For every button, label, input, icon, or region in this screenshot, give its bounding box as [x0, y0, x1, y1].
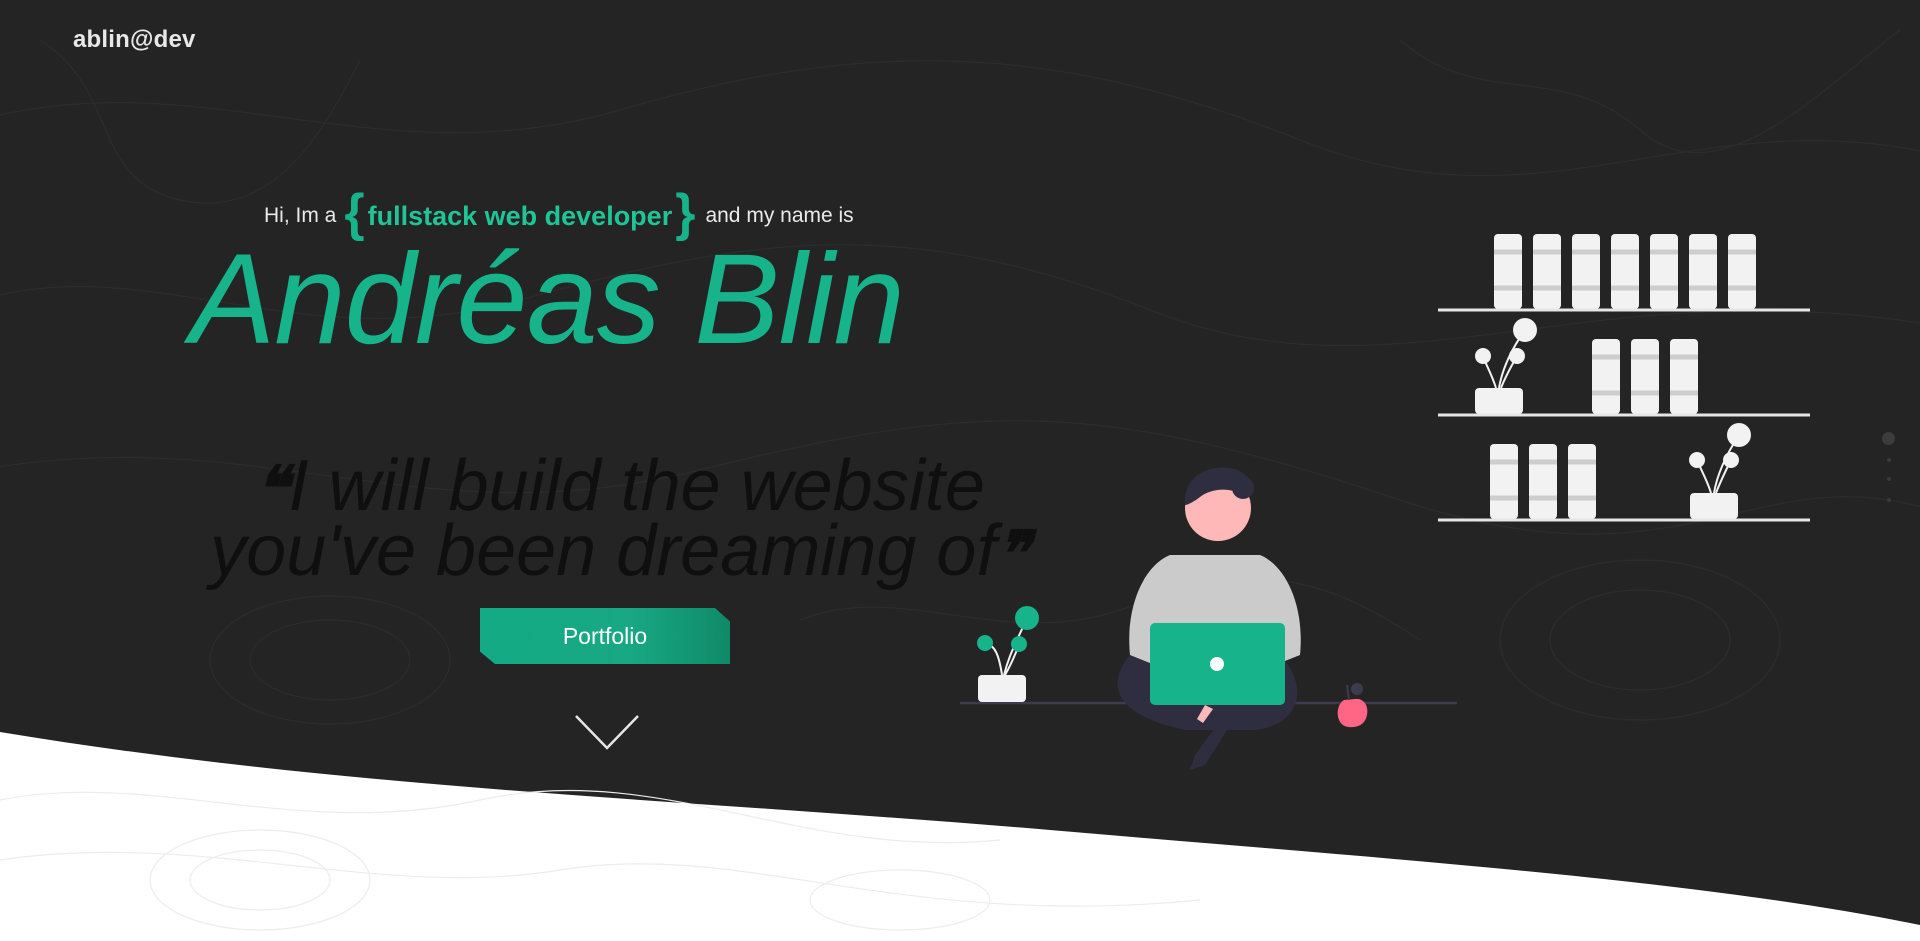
pager-dot-2[interactable]: [1887, 458, 1891, 462]
pager-dot-4[interactable]: [1887, 498, 1891, 502]
intro-prefix: Hi, Im a: [264, 204, 337, 227]
chevron-down-icon[interactable]: [574, 712, 640, 752]
plant-pot-icon: [977, 606, 1039, 702]
quote-line-2-text: you've been dreaming of: [210, 511, 997, 591]
hero-quote: ❝I will build the website you've been dr…: [170, 450, 1070, 587]
pager-dot-3[interactable]: [1887, 477, 1891, 481]
person-figure: [1117, 467, 1301, 770]
hero-name: Andréas Blin: [190, 228, 905, 371]
section-pager: [1882, 432, 1896, 506]
intro-suffix: and my name is: [705, 204, 854, 227]
apple-vase-icon: [1337, 683, 1368, 728]
portfolio-button[interactable]: Portfolio: [480, 608, 730, 664]
hero-role: fullstack web developer: [367, 200, 673, 231]
pager-dot-1[interactable]: [1882, 432, 1895, 445]
quote-line-2: you've been dreaming of❞: [170, 515, 1070, 587]
site-logo[interactable]: ablin@dev: [73, 26, 196, 54]
bookshelf-illustration: [1438, 234, 1810, 522]
